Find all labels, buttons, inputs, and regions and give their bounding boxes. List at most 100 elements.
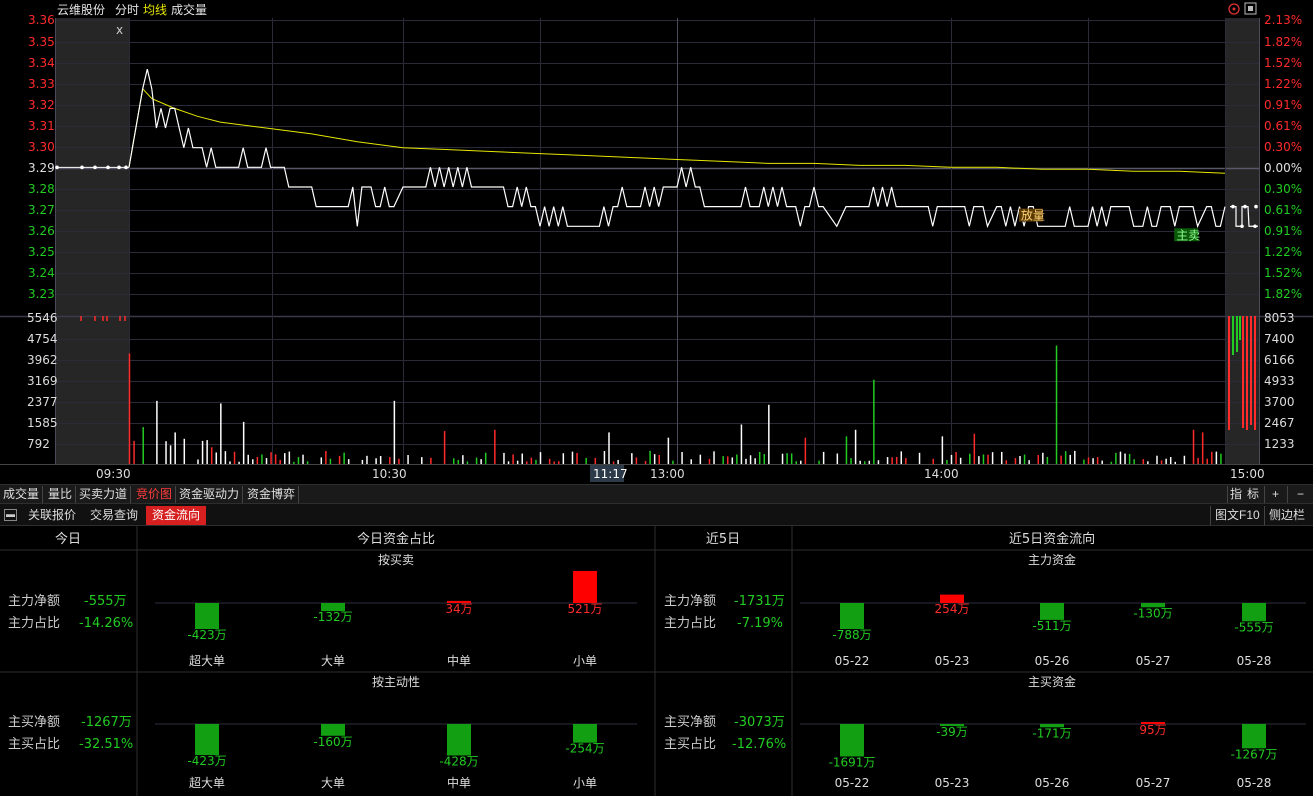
sidebar-button[interactable]: 侧边栏 [1264, 506, 1309, 525]
volume-tick-label: 1585 [27, 416, 58, 430]
category-label: 中单 [447, 653, 471, 668]
time-tick-label: 15:00 [1230, 467, 1265, 481]
time-tick-label: 14:00 [924, 467, 959, 481]
percent-tick-label: 1.82% [1264, 287, 1302, 301]
flow-bar-label: -1691万 [829, 755, 876, 769]
tab-fund-flow[interactable]: 资金流向 [146, 506, 207, 525]
price-tick-label: 3.29 [28, 161, 55, 175]
volume-tick-label: 1233 [1264, 437, 1295, 451]
percent-tick-label: 1.52% [1264, 56, 1302, 70]
five-main-net-label: 主力净额 [664, 594, 716, 609]
tab-jingjiatu[interactable]: 竞价图 [133, 486, 177, 503]
five-day-flow-title: 近5日资金流向 [1009, 531, 1095, 547]
intraday-chart[interactable]: 云维股份 分时 均线 成交量 x 3.36 3.35 3.34 3.33 3.32 3.3… [0, 0, 1313, 484]
category-label: 05-27 [1136, 776, 1171, 790]
by-trade-subtitle: 按买卖 [378, 553, 414, 567]
five-buy-ratio: -12.76% [732, 737, 786, 752]
marker-label: 主卖 [1176, 228, 1200, 242]
category-label: 小单 [573, 654, 597, 668]
tab-zijin-qudongli[interactable]: 资金驱动力 [176, 486, 244, 503]
today-buy-ratio-label: 主买占比 [8, 737, 60, 752]
price-tick-label: 3.33 [28, 77, 55, 91]
five-buy-net: -3073万 [734, 715, 785, 730]
price-tick-label: 3.27 [28, 203, 55, 217]
price-tick-label: 3.36 [28, 13, 55, 27]
flow-bar-label: -423万 [187, 628, 226, 642]
f10-button[interactable]: 图文F10 [1210, 506, 1264, 525]
flow-bar-label: 521万 [568, 602, 603, 616]
indicator-tabbar: 成交量 量比 买卖力道 竞价图 资金驱动力 资金博弈 指 标 + − [0, 484, 1313, 503]
flow-bar-label: -788万 [832, 628, 871, 642]
today-main-ratio-label: 主力占比 [8, 616, 60, 631]
today-main-ratio: -14.26% [79, 616, 133, 631]
flow-bar [447, 724, 471, 756]
active-fund-subtitle: 主买资金 [1028, 674, 1076, 689]
tab-related-quotes[interactable]: 关联报价 [22, 506, 82, 525]
category-label: 05-23 [935, 776, 970, 790]
price-tick-label: 3.32 [28, 98, 55, 112]
indicator-button-zhi[interactable]: 指 [1227, 486, 1244, 503]
percent-tick-label: 0.00% [1264, 161, 1302, 175]
flow-bar-label: -160万 [313, 735, 352, 749]
price-tick-label: 3.26 [28, 224, 55, 238]
percent-tick-label: 0.91% [1264, 98, 1302, 112]
volume-tick-label: 8053 [1264, 311, 1295, 325]
five-main-ratio: -7.19% [737, 616, 783, 631]
flow-bar [573, 570, 597, 603]
collapse-icon[interactable]: ▬ [4, 509, 17, 521]
flow-bar-label: -555万 [1234, 620, 1273, 634]
percent-tick-label: 1.82% [1264, 35, 1302, 49]
volume-tick-label: 7400 [1264, 332, 1295, 346]
time-tick-label: 13:00 [650, 467, 685, 481]
add-indicator-button[interactable]: + [1264, 486, 1286, 503]
category-label: 中单 [447, 775, 471, 790]
category-label: 05-26 [1035, 654, 1070, 668]
percent-tick-label: 0.91% [1264, 224, 1302, 238]
tab-chengjiaoliang[interactable]: 成交量 [0, 486, 44, 503]
tab-zijin-boyi[interactable]: 资金博弈 [244, 486, 300, 503]
category-label: 小单 [573, 776, 597, 790]
stock-name[interactable]: 云维股份 [57, 3, 105, 17]
fund-flow-panel: 今日 今日资金占比 近5日 近5日资金流向 主力净额 -555万 主力占比 -1… [0, 526, 1313, 796]
flow-bar-label: -511万 [1032, 619, 1071, 633]
panel-tabbar: ▬ 关联报价 交易查询 资金流向 图文F10 侧边栏 [0, 503, 1313, 526]
category-label: 05-26 [1035, 776, 1070, 790]
flow-bar-label: -1267万 [1231, 747, 1278, 761]
volume-tick-label: 2377 [27, 395, 58, 409]
auction-dot [1254, 204, 1258, 209]
percent-tick-label: 1.22% [1264, 245, 1302, 259]
volume-tick-label: 4754 [27, 332, 58, 346]
flow-bar-label: -39万 [936, 725, 968, 739]
flow-bar-label: -428万 [439, 754, 478, 768]
volume-tick-label: 6166 [1264, 353, 1295, 367]
cursor-time-label: 11:17 [593, 467, 628, 481]
tab-maimai-lidao[interactable]: 买卖力道 [76, 486, 132, 503]
percent-tick-label: 0.30% [1264, 182, 1302, 196]
flow-bar [1242, 724, 1266, 749]
tab-trade-query[interactable]: 交易查询 [84, 506, 144, 525]
five-main-ratio-label: 主力占比 [664, 616, 716, 631]
tab-volume[interactable]: 成交量 [171, 2, 207, 17]
close-icon[interactable]: x [116, 23, 123, 37]
today-ratio-title: 今日资金占比 [357, 531, 435, 547]
flow-bar [840, 603, 864, 630]
flow-bar [840, 724, 864, 757]
tab-liangbi[interactable]: 量比 [45, 486, 77, 503]
time-tick-label: 10:30 [372, 467, 407, 481]
volume-tick-label: 3700 [1264, 395, 1295, 409]
flow-bar [195, 724, 219, 756]
tab-junxian[interactable]: 均线 [143, 3, 167, 17]
remove-indicator-button[interactable]: − [1287, 486, 1313, 503]
tab-fenshi[interactable]: 分时 [115, 3, 139, 17]
percent-tick-label: 1.52% [1264, 266, 1302, 280]
price-tick-label: 3.24 [28, 266, 55, 280]
category-label: 05-23 [935, 654, 970, 668]
indicator-button-biao[interactable]: 标 [1244, 486, 1262, 503]
price-tick-label: 3.34 [28, 56, 55, 70]
today-main-net: -555万 [84, 594, 127, 609]
today-buy-net: -1267万 [81, 715, 132, 730]
today-main-net-label: 主力净额 [8, 594, 60, 609]
flow-bar [195, 603, 219, 630]
volume-tick-label: 792 [27, 437, 50, 451]
flow-bar-label: -132万 [313, 610, 352, 624]
